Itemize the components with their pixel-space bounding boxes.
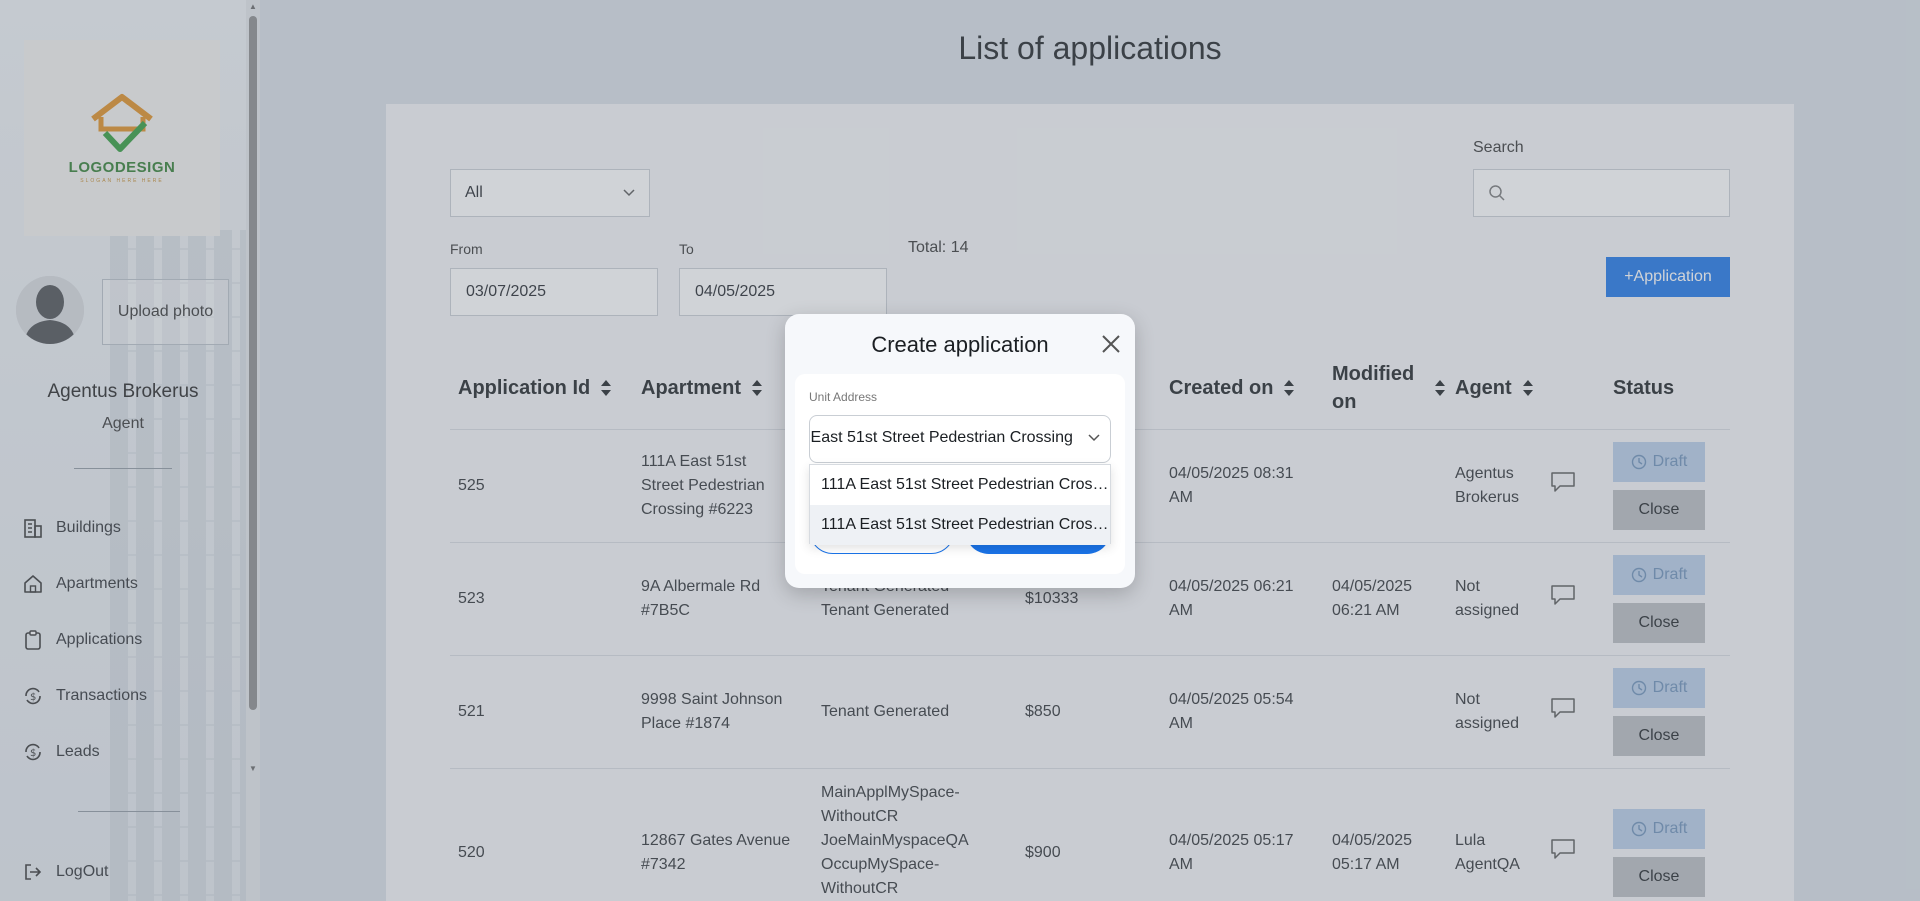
- unit-address-label: Unit Address: [809, 390, 878, 404]
- unit-address-select[interactable]: 111A East 51st Street Pedestrian Crossin…: [809, 415, 1111, 463]
- unit-address-value: 111A East 51st Street Pedestrian Crossin…: [810, 429, 1073, 446]
- dropdown-option[interactable]: 111A East 51st Street Pedestrian Cros…: [810, 505, 1110, 545]
- dropdown-option[interactable]: 111A East 51st Street Pedestrian Cros…: [810, 465, 1110, 505]
- close-icon[interactable]: [1099, 332, 1123, 356]
- unit-address-dropdown: 111A East 51st Street Pedestrian Cros… 1…: [809, 464, 1111, 545]
- modal-title: Create application: [871, 332, 1049, 357]
- create-application-modal: Create application Unit Address 111A Eas…: [785, 314, 1135, 588]
- chevron-down-icon: [1088, 434, 1100, 442]
